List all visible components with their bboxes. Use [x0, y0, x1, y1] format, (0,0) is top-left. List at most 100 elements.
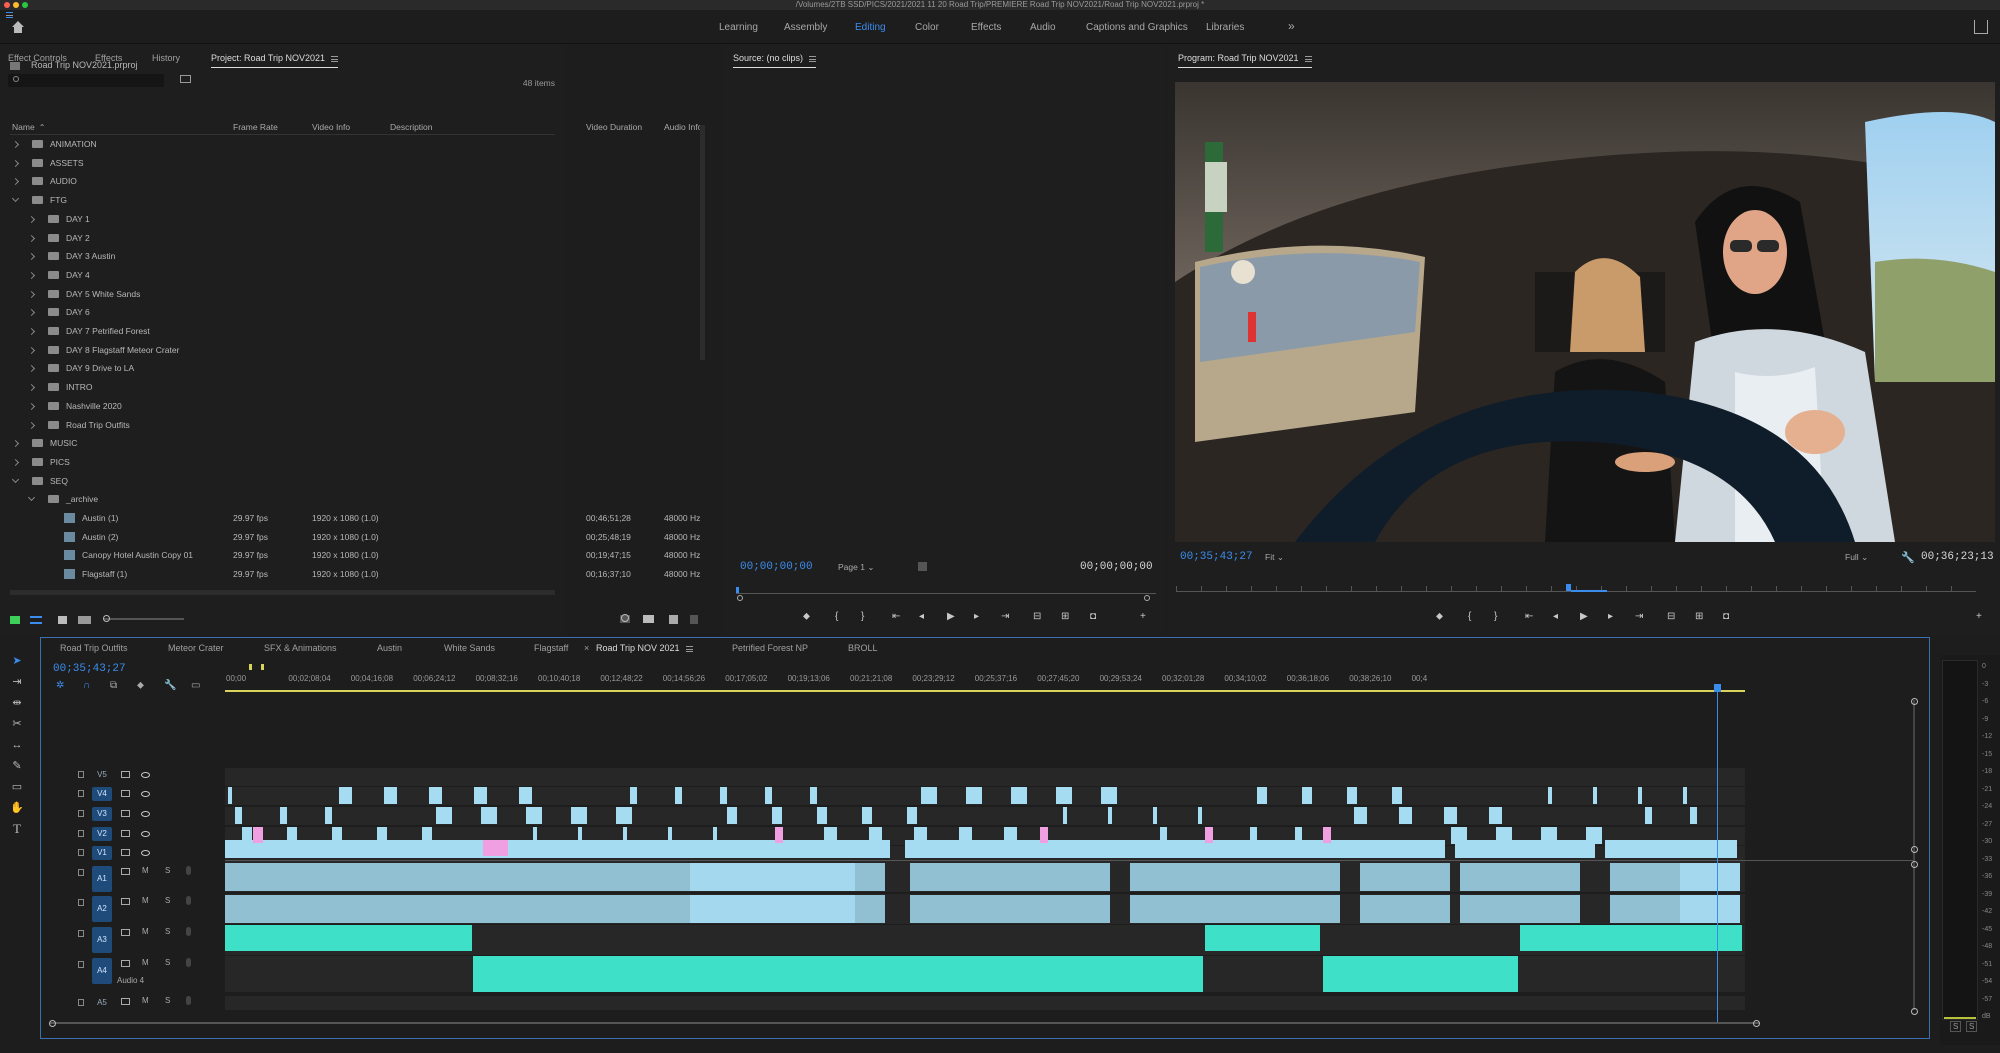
audio-scroll-top-handle[interactable] [1911, 861, 1918, 868]
home-icon[interactable] [10, 19, 26, 35]
video-clip[interactable] [675, 787, 682, 804]
video-scroll-bottom-handle[interactable] [1911, 846, 1918, 853]
video-clip[interactable] [1586, 827, 1602, 844]
solo-track-button[interactable]: S [165, 927, 170, 936]
video-clip[interactable] [1690, 807, 1697, 824]
music-clip[interactable] [1520, 925, 1742, 951]
voice-over-record-icon[interactable] [186, 927, 191, 936]
video-clip[interactable] [481, 807, 497, 824]
video-clip[interactable] [1392, 787, 1402, 804]
video-clip[interactable] [1101, 787, 1117, 804]
clear-icon[interactable] [690, 615, 698, 624]
video-track-target[interactable]: V5 [92, 768, 112, 782]
toggle-output-eye-icon[interactable] [141, 811, 150, 817]
linked-selection-icon[interactable]: ⧉ [110, 680, 117, 691]
ripple-edit-tool-icon[interactable]: ⇹ [10, 696, 24, 710]
video-clip[interactable] [1451, 827, 1467, 844]
sync-lock-icon[interactable] [121, 790, 130, 797]
video-clip[interactable] [1645, 807, 1652, 824]
overwrite-icon[interactable]: ⊞ [1061, 611, 1069, 622]
video-clip[interactable] [474, 787, 487, 804]
type-tool-icon[interactable]: T [10, 822, 24, 836]
sequence-tab[interactable]: Flagstaff [534, 643, 568, 653]
menu-icon[interactable] [809, 55, 817, 62]
nest-icon[interactable]: ✲ [56, 680, 64, 691]
video-clip[interactable] [242, 827, 252, 844]
music-clip[interactable] [225, 925, 472, 951]
go-to-out-icon[interactable]: ⇥ [1635, 611, 1643, 622]
video-clip[interactable] [869, 827, 882, 844]
lock-track-icon[interactable] [78, 999, 84, 1006]
video-clip[interactable] [1004, 827, 1017, 844]
video-clip[interactable] [1250, 827, 1257, 844]
selection-tool-icon[interactable]: ➤ [10, 654, 24, 668]
audio-clip[interactable] [1680, 895, 1740, 923]
video-clip[interactable] [332, 827, 342, 844]
video-clip[interactable] [384, 787, 397, 804]
lock-track-icon[interactable] [78, 869, 84, 876]
chevron-right-icon[interactable] [11, 140, 20, 149]
go-to-in-icon[interactable]: ⇤ [1525, 611, 1533, 622]
chevron-right-icon[interactable] [27, 290, 36, 298]
adjustment-clip[interactable] [253, 827, 263, 843]
source-settings-icon[interactable] [918, 562, 927, 571]
audio-clip[interactable] [1360, 895, 1450, 923]
video-clip[interactable] [1135, 840, 1445, 858]
chevron-right-icon[interactable] [11, 178, 20, 186]
video-clip[interactable] [966, 787, 982, 804]
mute-track-button[interactable]: M [142, 927, 149, 936]
mute-track-button[interactable]: M [142, 896, 149, 905]
adjustment-clip[interactable] [1040, 827, 1048, 843]
video-scroll-top-handle[interactable] [1911, 698, 1918, 705]
video-clip[interactable] [727, 807, 737, 824]
overwrite-icon[interactable]: ⊞ [1695, 611, 1703, 622]
icon-view-icon[interactable] [58, 616, 67, 624]
project-list-item[interactable]: DAY 6 [10, 303, 555, 322]
video-clip[interactable] [1548, 787, 1552, 804]
sync-lock-icon[interactable] [121, 929, 130, 936]
video-clip[interactable] [235, 807, 242, 824]
ruler-marker[interactable] [261, 664, 264, 670]
sequence-tab[interactable]: BROLL [848, 643, 878, 653]
project-search-input[interactable] [8, 74, 164, 87]
chevron-right-icon[interactable] [27, 421, 36, 429]
chevron-down-icon[interactable] [11, 475, 20, 483]
sequence-tab[interactable]: Petrified Forest NP [732, 643, 808, 653]
toggle-output-eye-icon[interactable] [141, 831, 150, 837]
column-header[interactable]: Audio Info [664, 122, 702, 132]
project-list-item[interactable]: Road Trip Outfits [10, 416, 555, 435]
video-clip[interactable] [765, 787, 772, 804]
voice-over-record-icon[interactable] [186, 996, 191, 1005]
pen-tool-icon[interactable]: ✎ [10, 759, 24, 773]
video-clip[interactable] [1295, 827, 1302, 844]
project-list-item[interactable]: DAY 4 [10, 266, 555, 285]
toggle-output-eye-icon[interactable] [141, 850, 150, 856]
chevron-right-icon[interactable] [11, 458, 20, 466]
sync-lock-icon[interactable] [121, 849, 130, 856]
adjustment-clip[interactable] [775, 827, 783, 843]
video-clip[interactable] [616, 807, 632, 824]
video-clip[interactable] [1063, 807, 1067, 824]
sync-lock-icon[interactable] [121, 960, 130, 967]
source-zoom-left-handle[interactable] [737, 595, 743, 601]
sync-lock-icon[interactable] [121, 771, 130, 778]
column-header[interactable]: Description [390, 122, 433, 132]
audio-track-target[interactable]: A5 [92, 996, 112, 1010]
lock-track-icon[interactable] [78, 810, 84, 817]
video-clip[interactable] [1593, 787, 1597, 804]
project-list-item[interactable]: PICS [10, 453, 555, 472]
video-track-target[interactable]: V2 [92, 827, 112, 841]
video-clip[interactable] [623, 827, 627, 844]
sequence-tab[interactable]: Austin [377, 643, 402, 653]
video-clip[interactable] [578, 827, 582, 844]
chevron-right-icon[interactable] [27, 327, 36, 336]
mark-out-icon[interactable]: } [1494, 611, 1497, 622]
work-area-bar[interactable] [225, 690, 1745, 692]
audio-clip[interactable] [1130, 863, 1340, 891]
play-icon[interactable]: ▶ [947, 611, 955, 622]
audio-clip[interactable] [1680, 863, 1740, 891]
ruler-marker[interactable] [249, 664, 252, 670]
video-clip[interactable] [1153, 807, 1157, 824]
video-clip[interactable] [280, 807, 287, 824]
lock-track-icon[interactable] [78, 899, 84, 906]
